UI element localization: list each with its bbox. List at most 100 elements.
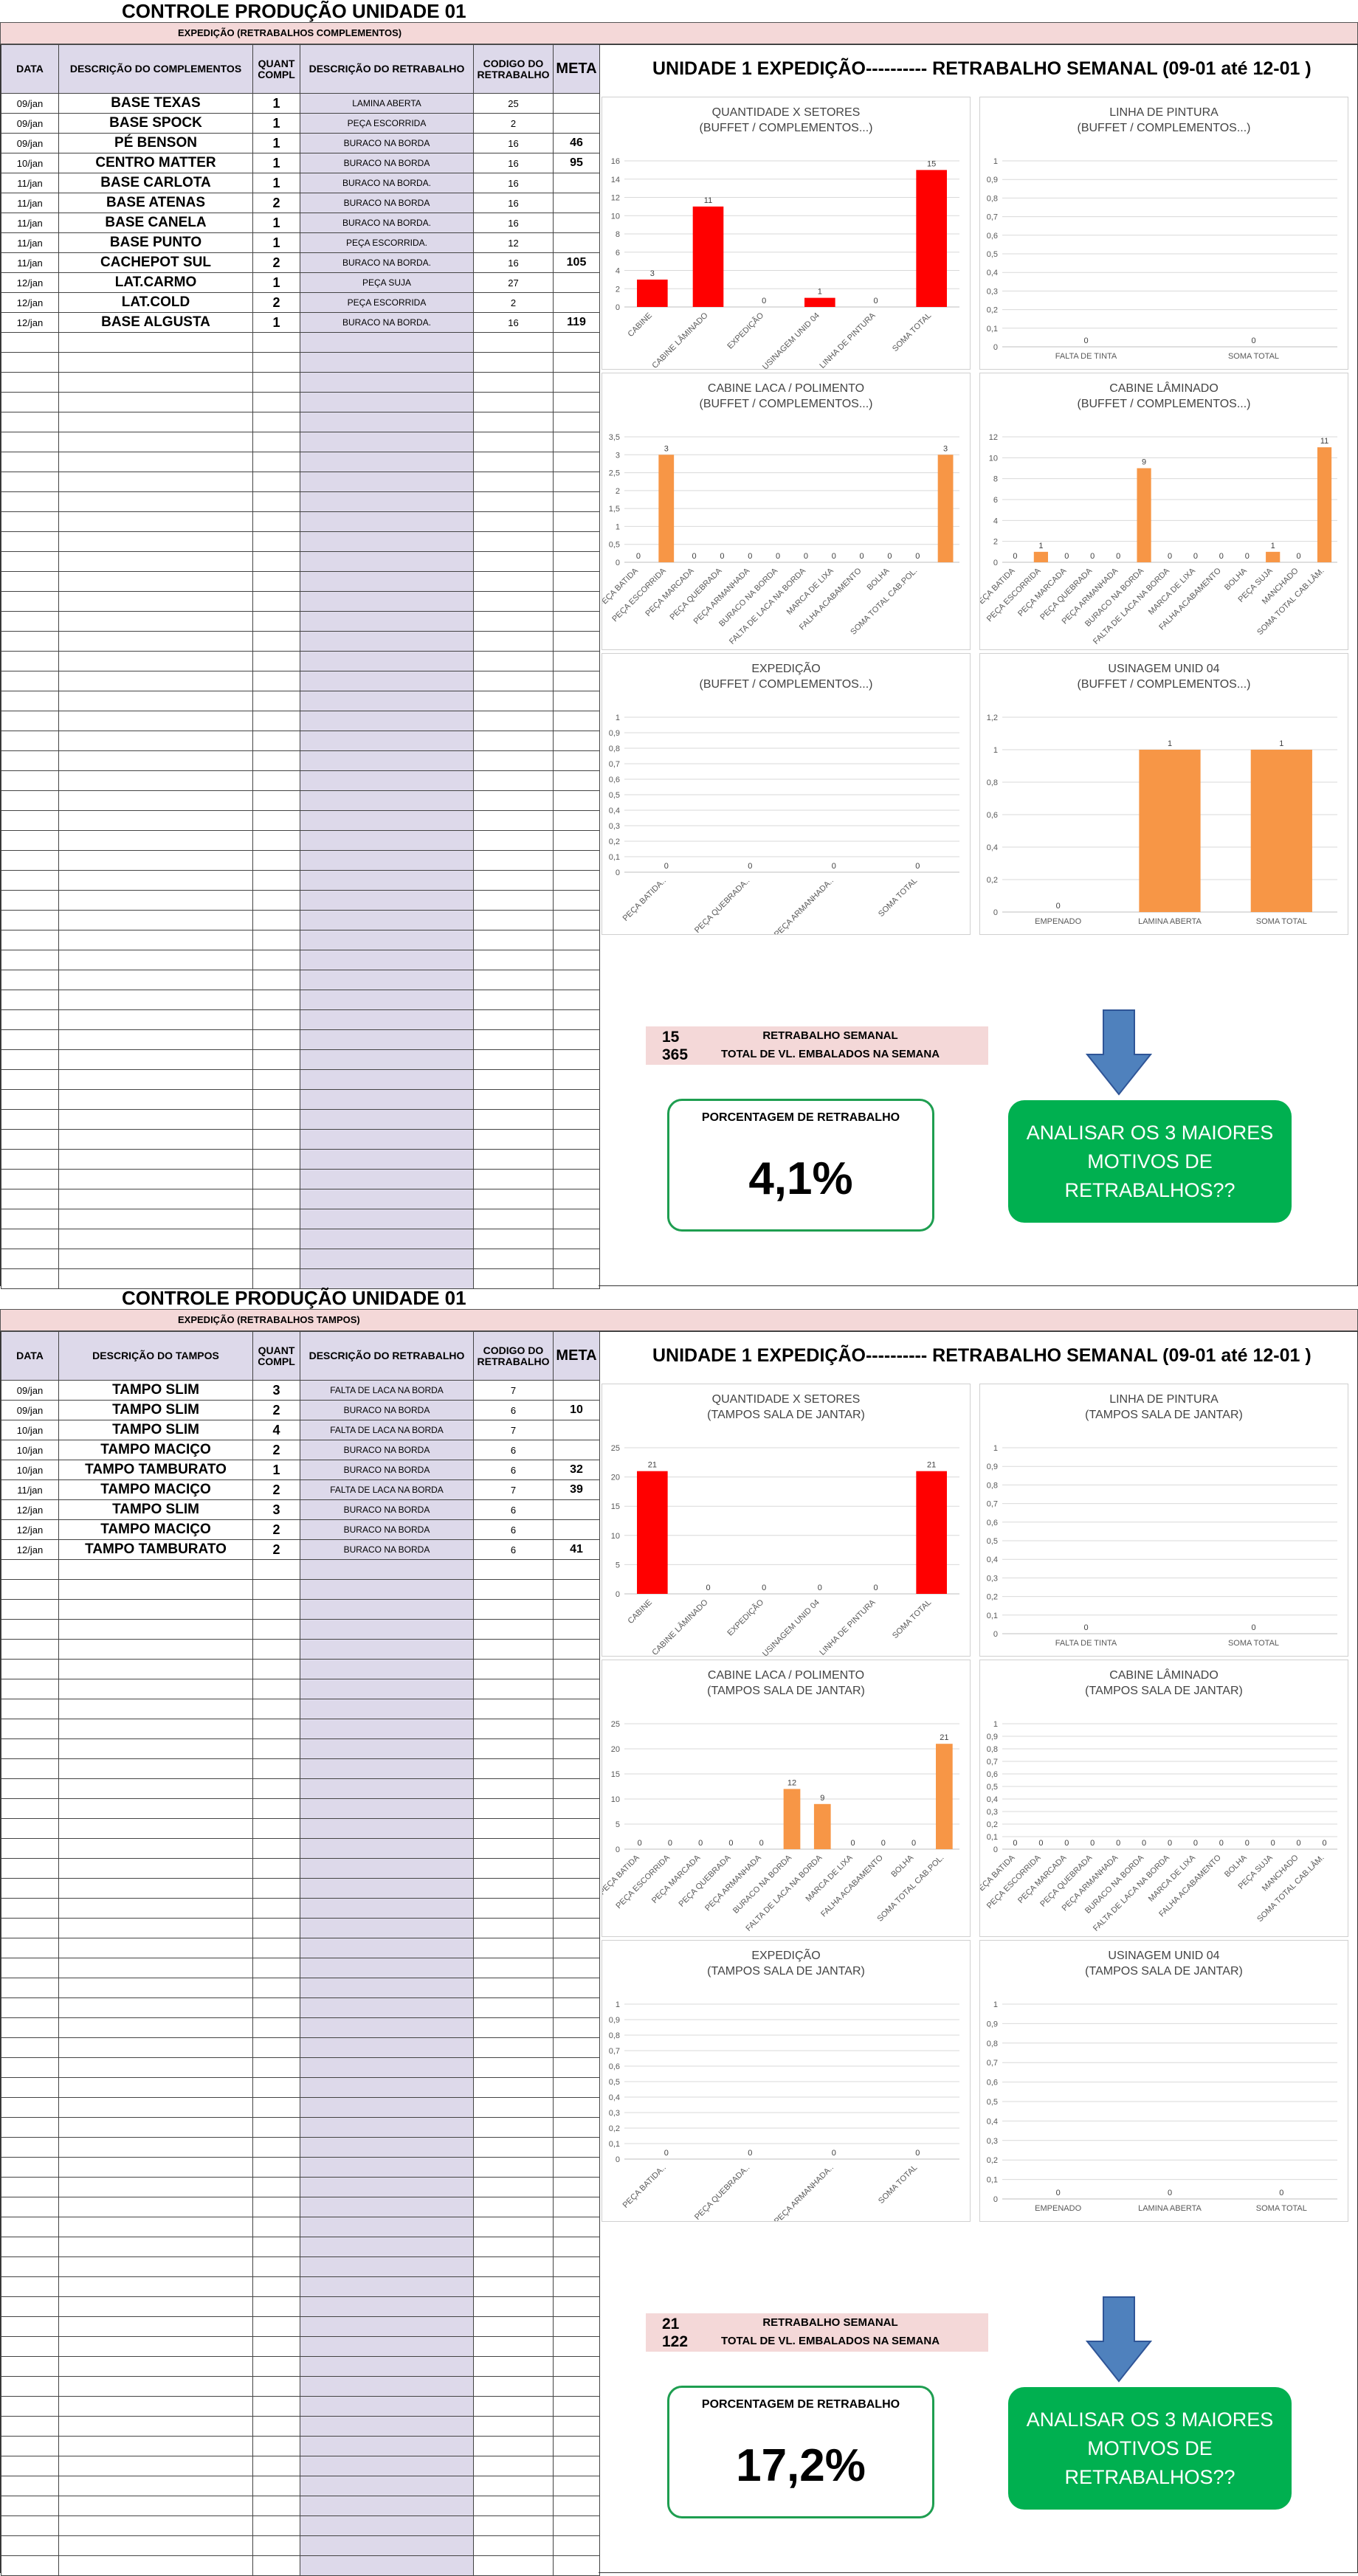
cell-data[interactable] (1, 731, 59, 751)
cell-descricao[interactable] (58, 671, 253, 691)
cell-quant[interactable] (252, 1209, 300, 1229)
empty-row[interactable] (1, 990, 600, 1010)
cell-data[interactable]: 09/jan (1, 1380, 59, 1401)
empty-row[interactable] (1, 432, 600, 452)
cell-quant[interactable]: 2 (252, 1479, 300, 1500)
chart-cabine-laca[interactable]: CABINE LACA / POLIMENTO (BUFFET / COMPLEM… (602, 373, 971, 650)
cell-codigo[interactable] (473, 591, 554, 612)
cell-data[interactable] (1, 1579, 59, 1600)
cell-data[interactable]: 09/jan (1, 133, 59, 153)
empty-row[interactable] (1, 2017, 600, 2038)
cell-descricao[interactable] (58, 711, 253, 731)
cell-descricao[interactable] (58, 392, 253, 412)
cell-descricao[interactable]: TAMPO TAMBURATO (58, 1539, 253, 1560)
table-row[interactable]: 09/jan BASE SPOCK 1 PEÇA ESCORRIDA 2 (1, 113, 600, 134)
cell-descricao[interactable] (58, 2237, 253, 2257)
cell-retrabalho[interactable] (300, 372, 474, 393)
cell-meta[interactable] (553, 2476, 600, 2496)
cell-codigo[interactable]: 6 (473, 1539, 554, 1560)
cell-descricao[interactable] (58, 870, 253, 891)
header-data[interactable]: DATA (1, 1331, 59, 1381)
cell-retrabalho[interactable]: PEÇA ESCORRIDA (300, 113, 474, 134)
cell-quant[interactable] (252, 830, 300, 851)
cell-data[interactable] (1, 591, 59, 612)
cell-data[interactable]: 10/jan (1, 1440, 59, 1460)
cell-quant[interactable] (252, 1818, 300, 1839)
cell-descricao[interactable]: TAMPO SLIM (58, 1499, 253, 1520)
empty-row[interactable] (1, 1778, 600, 1799)
cell-meta[interactable] (553, 1758, 600, 1779)
cell-quant[interactable] (252, 412, 300, 432)
cell-codigo[interactable] (473, 2436, 554, 2456)
cell-descricao[interactable]: TAMPO SLIM (58, 1380, 253, 1401)
cell-retrabalho[interactable] (300, 1719, 474, 1739)
cell-meta[interactable] (553, 591, 600, 612)
cell-retrabalho[interactable] (300, 2396, 474, 2417)
cell-data[interactable]: 11/jan (1, 213, 59, 233)
cell-retrabalho[interactable] (300, 770, 474, 791)
cell-quant[interactable]: 1 (252, 213, 300, 233)
cell-data[interactable]: 10/jan (1, 153, 59, 173)
cell-meta[interactable] (553, 2416, 600, 2437)
cell-meta[interactable] (553, 2555, 600, 2576)
chart-linha-pintura[interactable]: LINHA DE PINTURA (BUFFET / COMPLEMENTOS..… (979, 97, 1348, 370)
cell-codigo[interactable] (473, 1938, 554, 1958)
cell-data[interactable] (1, 810, 59, 831)
empty-row[interactable] (1, 850, 600, 871)
cell-retrabalho[interactable] (300, 1149, 474, 1170)
cell-meta[interactable] (553, 2336, 600, 2357)
cell-meta[interactable]: 41 (553, 1539, 600, 1560)
cell-data[interactable] (1, 412, 59, 432)
empty-row[interactable] (1, 1249, 600, 1269)
cell-meta[interactable] (553, 2177, 600, 2197)
cell-quant[interactable] (252, 2276, 300, 2297)
cell-quant[interactable] (252, 651, 300, 671)
table-row[interactable]: 10/jan TAMPO SLIM 4 FALTA DE LACA NA BORDA 7 (1, 1420, 600, 1440)
cell-meta[interactable] (553, 571, 600, 592)
cell-quant[interactable] (252, 2296, 300, 2317)
cell-retrabalho[interactable] (300, 990, 474, 1010)
cell-quant[interactable] (252, 1699, 300, 1719)
table-row[interactable]: 11/jan TAMPO MACIÇO 2 FALTA DE LACA NA BORD… (1, 1479, 600, 1500)
cell-codigo[interactable] (473, 2217, 554, 2237)
cell-codigo[interactable]: 6 (473, 1519, 554, 1540)
empty-row[interactable] (1, 1997, 600, 2018)
cell-codigo[interactable] (473, 1089, 554, 1110)
cell-meta[interactable] (553, 2117, 600, 2138)
cell-retrabalho[interactable] (300, 2017, 474, 2038)
cell-retrabalho[interactable] (300, 551, 474, 572)
cell-meta[interactable] (553, 2197, 600, 2217)
cell-meta[interactable] (553, 2137, 600, 2158)
cell-quant[interactable] (252, 1938, 300, 1958)
cell-quant[interactable] (252, 352, 300, 373)
cell-meta[interactable] (553, 412, 600, 432)
cell-descricao[interactable] (58, 930, 253, 950)
cell-retrabalho[interactable]: BURACO NA BORDA (300, 1440, 474, 1460)
cell-descricao[interactable]: TAMPO TAMBURATO (58, 1460, 253, 1480)
empty-row[interactable] (1, 1189, 600, 1209)
cell-codigo[interactable] (473, 1778, 554, 1799)
cell-descricao[interactable] (58, 2456, 253, 2476)
cell-descricao[interactable] (58, 1089, 253, 1110)
cell-retrabalho[interactable]: BURACO NA BORDA (300, 193, 474, 213)
cell-retrabalho[interactable] (300, 2515, 474, 2536)
cell-meta[interactable] (553, 631, 600, 652)
cell-data[interactable] (1, 472, 59, 492)
cell-data[interactable] (1, 2496, 59, 2516)
empty-row[interactable] (1, 2336, 600, 2357)
cell-meta[interactable] (553, 292, 600, 313)
cell-meta[interactable] (553, 2276, 600, 2297)
header-retrabalho[interactable]: DESCRIÇÃO DO RETRABALHO (300, 1331, 474, 1381)
cell-data[interactable] (1, 2197, 59, 2217)
table-row[interactable]: 12/jan LAT.CARMO 1 PEÇA SUJA 27 (1, 272, 600, 293)
empty-row[interactable] (1, 950, 600, 970)
cell-data[interactable] (1, 352, 59, 373)
empty-row[interactable] (1, 1699, 600, 1719)
cell-descricao[interactable] (58, 531, 253, 552)
cell-descricao[interactable] (58, 2296, 253, 2317)
empty-row[interactable] (1, 1579, 600, 1600)
cell-quant[interactable] (252, 731, 300, 751)
cell-retrabalho[interactable] (300, 1169, 474, 1189)
cell-codigo[interactable]: 7 (473, 1479, 554, 1500)
cell-retrabalho[interactable] (300, 2535, 474, 2556)
